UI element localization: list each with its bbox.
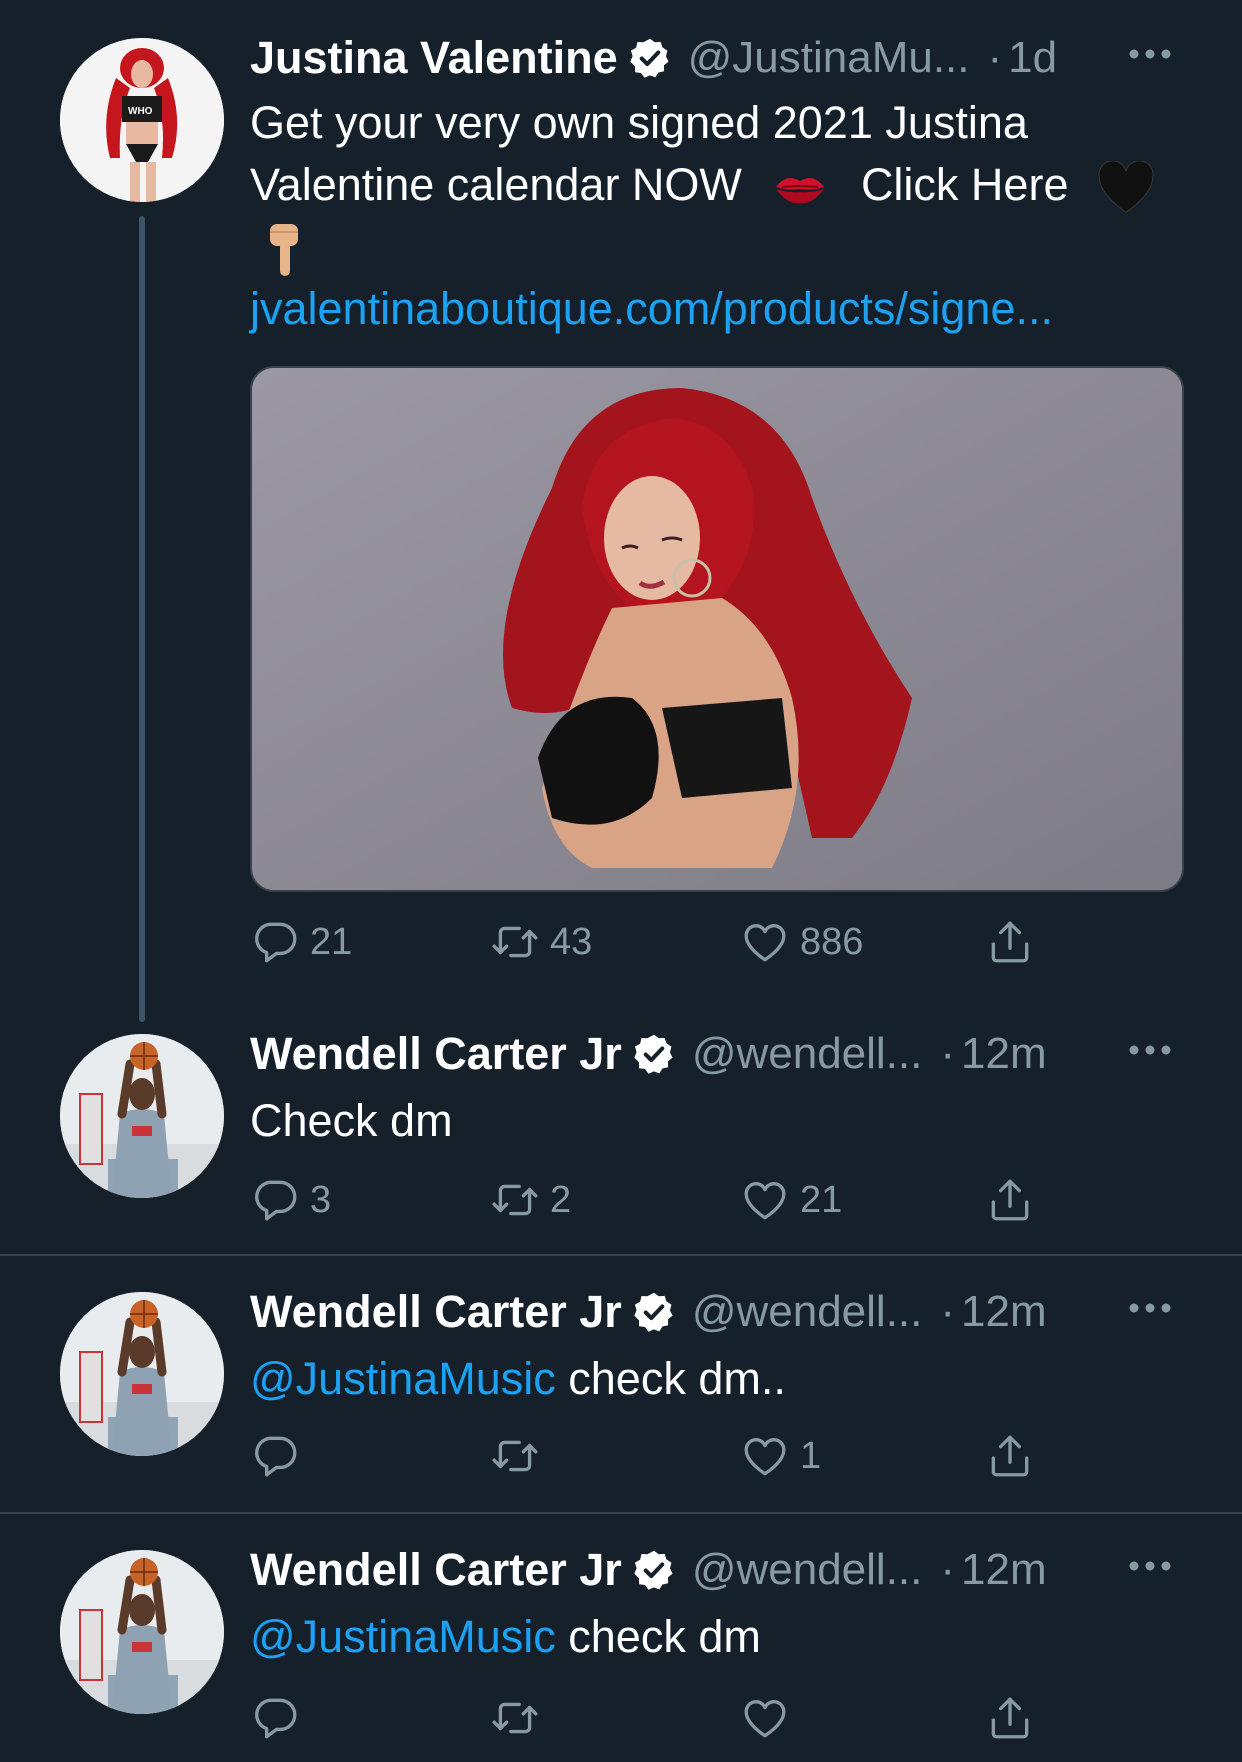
tweet-image[interactable]	[250, 366, 1184, 892]
tweet-text: @JustinaMusic check dm..	[250, 1348, 1182, 1410]
display-name[interactable]: Justina Valentine	[250, 32, 618, 84]
tweet-header: Justina Valentine @JustinaMu... · 1d	[250, 28, 1182, 88]
tweet-actions	[250, 1688, 1070, 1748]
tweet-text: Check dm	[250, 1095, 453, 1146]
reply-icon	[250, 917, 300, 967]
retweet-button[interactable]	[490, 1688, 550, 1748]
tweet-actions: 21 43 886	[250, 912, 1070, 972]
reply-button[interactable]	[250, 1426, 310, 1486]
tweet-header: Wendell Carter Jr @wendell... · 12m	[250, 1540, 1182, 1600]
verified-badge-icon	[628, 36, 672, 80]
tweet-text-line: Get your very own signed 2021 Justina	[250, 97, 1028, 148]
tweet-text-segment: Click Here	[860, 159, 1069, 210]
tweet-text-line	[250, 216, 1182, 278]
retweet-icon	[490, 1431, 540, 1481]
like-icon	[740, 1431, 790, 1481]
tweet-justina[interactable]: WHO Justina Valentine @JustinaMu... · 1d…	[0, 0, 1242, 1022]
separator-dot: ·	[940, 1545, 956, 1594]
handle[interactable]: @wendell...	[692, 1287, 923, 1337]
tweet-wendell-1[interactable]: Wendell Carter Jr @wendell... · 12m Chec…	[0, 1010, 1242, 1254]
tweet-text: @JustinaMusic check dm	[250, 1606, 1182, 1668]
separator-dot: ·	[987, 33, 1003, 82]
share-button[interactable]	[985, 1426, 1035, 1486]
tweet-header: Wendell Carter Jr @wendell... · 12m	[250, 1024, 1182, 1084]
reply-button[interactable]: 21	[250, 912, 352, 972]
thread-line	[139, 216, 145, 1022]
share-button[interactable]	[985, 1170, 1035, 1230]
mention-link[interactable]: @JustinaMusic	[250, 1611, 556, 1662]
handle[interactable]: @wendell...	[692, 1545, 923, 1595]
retweet-icon	[490, 1693, 540, 1743]
more-options-icon[interactable]	[1124, 1546, 1176, 1586]
like-count: 1	[800, 1434, 822, 1477]
share-icon	[985, 1175, 1035, 1225]
share-button[interactable]	[985, 912, 1035, 972]
reply-icon	[250, 1431, 300, 1481]
timestamp[interactable]: 1d	[1008, 33, 1057, 83]
reply-count: 21	[310, 920, 353, 963]
like-icon	[740, 917, 790, 967]
kiss-mark-icon	[776, 178, 825, 204]
like-count: 21	[800, 1178, 843, 1221]
tweet-text-segment: Valentine calendar NOW	[250, 159, 742, 210]
like-button[interactable]: 21	[740, 1170, 842, 1230]
reply-button[interactable]: 3	[250, 1170, 331, 1230]
retweet-button[interactable]: 2	[490, 1170, 571, 1230]
avatar[interactable]	[60, 1034, 224, 1198]
handle[interactable]: @wendell...	[692, 1029, 923, 1079]
separator-dot: ·	[940, 1029, 956, 1078]
retweet-icon	[490, 917, 540, 967]
share-icon	[985, 1431, 1035, 1481]
like-icon	[740, 1693, 790, 1743]
link-url[interactable]: jvalentinaboutique.com/products/signe...	[250, 278, 1182, 340]
share-icon	[985, 917, 1035, 967]
more-options-icon[interactable]	[1124, 1030, 1176, 1070]
share-icon	[985, 1693, 1035, 1743]
tweet-wendell-3[interactable]: Wendell Carter Jr @wendell... · 12m @Jus…	[0, 1514, 1242, 1762]
display-name[interactable]: Wendell Carter Jr	[250, 1544, 622, 1596]
more-options-icon[interactable]	[1124, 1288, 1176, 1328]
pointing-down-icon	[270, 224, 298, 277]
avatar[interactable]: WHO	[60, 38, 224, 202]
like-button[interactable]: 886	[740, 912, 863, 972]
reply-icon	[250, 1693, 300, 1743]
timestamp[interactable]: 12m	[961, 1545, 1047, 1595]
display-name[interactable]: Wendell Carter Jr	[250, 1286, 622, 1338]
tweet-text: Get your very own signed 2021 Justina Va…	[250, 92, 1182, 340]
svg-text:WHO: WHO	[128, 106, 153, 117]
avatar[interactable]	[60, 1292, 224, 1456]
tweet-text-segment: check dm..	[555, 1353, 786, 1404]
like-button[interactable]: 1	[740, 1426, 821, 1486]
verified-badge-icon	[632, 1290, 676, 1334]
tweet-text-segment: check dm	[555, 1611, 761, 1662]
reply-count: 3	[310, 1178, 332, 1221]
timestamp[interactable]: 12m	[961, 1029, 1047, 1079]
verified-badge-icon	[632, 1032, 676, 1076]
reply-button[interactable]	[250, 1688, 310, 1748]
tweet-actions: 3 2 21	[250, 1170, 1070, 1230]
tweet-actions: 1	[250, 1426, 1070, 1486]
verified-badge-icon	[632, 1548, 676, 1592]
mention-link[interactable]: @JustinaMusic	[250, 1353, 556, 1404]
tweet-text-line: Valentine calendar NOW Click Here	[250, 154, 1182, 216]
tweet-header: Wendell Carter Jr @wendell... · 12m	[250, 1282, 1182, 1342]
retweet-count: 43	[550, 920, 593, 963]
like-count: 886	[800, 920, 864, 963]
retweet-count: 2	[550, 1178, 572, 1221]
separator-dot: ·	[940, 1287, 956, 1336]
retweet-button[interactable]	[490, 1426, 550, 1486]
more-options-icon[interactable]	[1124, 34, 1176, 74]
display-name[interactable]: Wendell Carter Jr	[250, 1028, 622, 1080]
tweet-wendell-2[interactable]: Wendell Carter Jr @wendell... · 12m @Jus…	[0, 1256, 1242, 1512]
handle[interactable]: @JustinaMu...	[688, 33, 970, 83]
black-heart-icon	[1098, 161, 1154, 213]
timestamp[interactable]: 12m	[961, 1287, 1047, 1337]
retweet-icon	[490, 1175, 540, 1225]
retweet-button[interactable]: 43	[490, 912, 592, 972]
avatar[interactable]	[60, 1550, 224, 1714]
reply-icon	[250, 1175, 300, 1225]
like-button[interactable]	[740, 1688, 800, 1748]
share-button[interactable]	[985, 1688, 1035, 1748]
like-icon	[740, 1175, 790, 1225]
